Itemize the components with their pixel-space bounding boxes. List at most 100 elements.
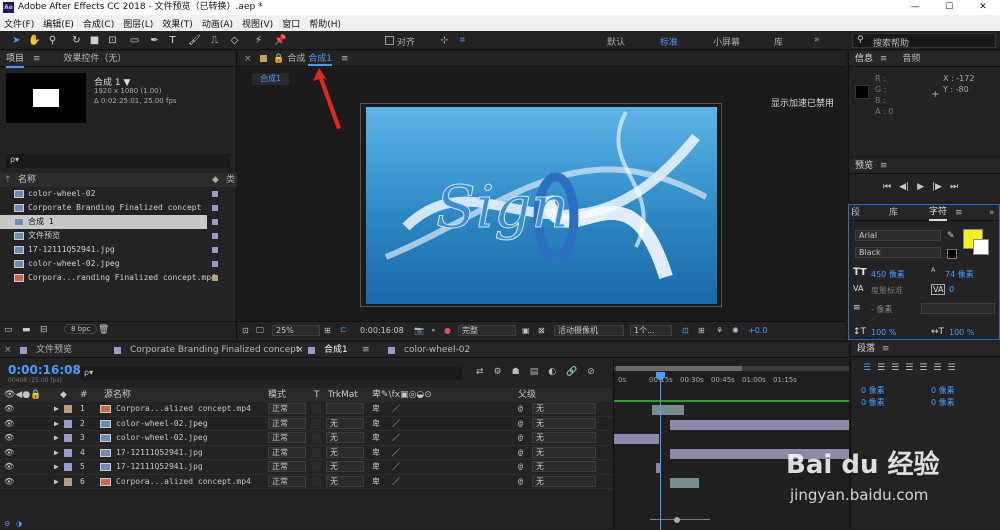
align-left-icon[interactable]: ☰: [863, 363, 871, 373]
space-after[interactable]: 0 像素: [931, 397, 955, 409]
layer-mode-dropdown[interactable]: 正常: [268, 417, 306, 429]
quality-switch-icon[interactable]: ／: [392, 402, 400, 416]
last-frame-icon[interactable]: ⏭: [950, 182, 958, 192]
camera-dropdown[interactable]: 活动摄像机: [554, 325, 624, 336]
tab-project[interactable]: 项目: [6, 54, 25, 68]
font-size-value[interactable]: 450 像素: [871, 269, 905, 280]
preserve-transparency-box[interactable]: [312, 447, 321, 457]
zoom-slider-knob[interactable]: [674, 517, 680, 523]
always-preview-icon[interactable]: ⊡: [242, 326, 249, 335]
justify-last-right-icon[interactable]: ☰: [933, 363, 941, 373]
layout-icon[interactable]: ⊡: [682, 326, 689, 335]
menu-composition[interactable]: 合成(C): [83, 17, 114, 30]
layer-name[interactable]: 17-12111Q52941.jpg: [116, 460, 203, 474]
fit-icon[interactable]: ⊞: [324, 326, 331, 335]
expand-arrow-icon[interactable]: ▶: [54, 431, 59, 445]
tab-paragraph[interactable]: 段落: [857, 344, 875, 354]
layer-mode-dropdown[interactable]: 正常: [268, 446, 306, 458]
comp-flowchart-tab[interactable]: 合成1: [252, 73, 290, 85]
timeline-search-input[interactable]: ρ▾: [80, 367, 462, 380]
black-swatch[interactable]: [947, 249, 957, 259]
layer-duration-bar[interactable]: [670, 419, 849, 430]
draft-3d-icon[interactable]: ⚙: [494, 367, 502, 377]
preserve-transparency-box[interactable]: [312, 433, 321, 442]
graph-editor-icon[interactable]: 🔗: [566, 367, 577, 377]
hand-tool-icon[interactable]: ✋: [28, 34, 41, 47]
region-of-interest-icon[interactable]: ⊏: [340, 325, 347, 334]
comp-mini-flowchart-icon[interactable]: ⇄: [476, 367, 484, 377]
pickwhip-icon[interactable]: @: [518, 402, 523, 416]
layer-trkmat-dropdown[interactable]: 无: [326, 432, 364, 443]
resolution-dropdown[interactable]: 完整: [458, 325, 516, 336]
layer-label-color[interactable]: [64, 463, 72, 471]
grid-toggle-icon[interactable]: ⊞: [698, 326, 705, 335]
layer-name[interactable]: color-wheel-02.jpeg: [116, 431, 208, 445]
menu-file[interactable]: 文件(F): [4, 17, 34, 30]
layer-label-color[interactable]: [64, 405, 72, 413]
label-color-swatch[interactable]: [212, 275, 218, 281]
layer-label-color[interactable]: [64, 477, 72, 486]
clone-tool-icon[interactable]: ⎍: [208, 34, 221, 47]
indent-right[interactable]: 0 像素: [931, 385, 955, 397]
puppet-tool-icon[interactable]: 📌: [274, 34, 287, 47]
indent-left[interactable]: 0 像素: [861, 385, 885, 397]
justify-last-left-icon[interactable]: ☰: [905, 363, 913, 373]
tab-character[interactable]: 字符: [929, 205, 948, 221]
pen-tool-icon[interactable]: ✒: [148, 34, 161, 47]
tab-effect-controls[interactable]: 效果控件（无）: [63, 54, 126, 64]
font-style-dropdown[interactable]: Black: [855, 247, 941, 258]
menu-effect[interactable]: 效果(T): [162, 17, 193, 30]
pickwhip-icon[interactable]: @: [518, 475, 523, 489]
project-item[interactable]: 文件预览: [0, 229, 237, 243]
selection-tool-icon[interactable]: ➤: [10, 34, 23, 47]
layer-name[interactable]: color-wheel-02.jpeg: [116, 417, 208, 431]
layer-name[interactable]: Corpora...alized concept.mp4: [116, 402, 251, 416]
channels-icon[interactable]: ●: [444, 326, 451, 335]
close-button[interactable]: ✕: [966, 0, 1000, 15]
quality-switch-icon[interactable]: ／: [392, 431, 400, 445]
quality-switch-icon[interactable]: ／: [392, 446, 400, 460]
menu-edit[interactable]: 编辑(E): [43, 17, 74, 30]
snap-grid-icon[interactable]: ⌗: [456, 34, 469, 47]
new-folder-icon[interactable]: ▬: [22, 325, 31, 335]
layer-label-color[interactable]: [64, 434, 72, 442]
zoom-tool-icon[interactable]: ⚲: [46, 34, 59, 47]
shy-switch-icon[interactable]: 卑: [372, 460, 380, 474]
frame-blending-icon[interactable]: ▤: [530, 367, 539, 377]
align-right-icon[interactable]: ☰: [891, 363, 899, 373]
layer-row[interactable]: 👁 ▶ 5 17-12111Q52941.jpg 正常无卑／ @ 无: [0, 460, 612, 475]
layer-mode-dropdown[interactable]: 正常: [268, 461, 306, 472]
rotate-tool-icon[interactable]: ↻: [70, 34, 83, 47]
label-color-swatch[interactable]: [212, 233, 218, 239]
tab-comp-1[interactable]: 合成1: [308, 54, 333, 66]
expand-arrow-icon[interactable]: ▶: [54, 475, 59, 489]
exposure-icon[interactable]: ✺: [732, 326, 739, 335]
shy-layers-icon[interactable]: ☗: [512, 367, 520, 377]
visibility-eye-icon[interactable]: 👁: [4, 417, 14, 431]
leading-value[interactable]: 74 像素: [945, 269, 974, 280]
stroke-width-value[interactable]: - 像素: [871, 304, 892, 315]
tab-preview[interactable]: 预览: [855, 161, 873, 171]
visibility-eye-icon[interactable]: 👁: [4, 446, 14, 460]
expand-arrow-icon[interactable]: ▶: [54, 460, 59, 474]
layer-name[interactable]: Corpora...alized concept.mp4: [116, 475, 251, 489]
close-tab-icon[interactable]: ×: [296, 342, 304, 358]
delete-icon[interactable]: 🗑: [98, 325, 109, 335]
column-name-header[interactable]: 名称: [18, 173, 36, 187]
align-checkbox[interactable]: [385, 36, 394, 45]
layer-row[interactable]: 👁 ▶ 4 17-12111Q52941.jpg 正常无卑／ @ 无: [0, 446, 612, 460]
horizontal-scale-value[interactable]: 100 %: [949, 328, 974, 337]
project-search-input[interactable]: ρ▾: [6, 154, 230, 168]
motion-blur-icon[interactable]: ◐: [548, 367, 556, 377]
layer-name[interactable]: 17-12111Q52941.jpg: [116, 446, 203, 460]
quality-switch-icon[interactable]: ／: [392, 475, 400, 489]
visibility-eye-icon[interactable]: 👁: [4, 460, 14, 474]
interpret-footage-icon[interactable]: ▭: [4, 325, 13, 335]
align-center-icon[interactable]: ☰: [877, 363, 885, 373]
first-frame-icon[interactable]: ⏮: [883, 182, 891, 192]
brainstorm-icon[interactable]: ⊘: [587, 367, 595, 377]
menu-help[interactable]: 帮助(H): [309, 17, 341, 30]
preserve-transparency-box[interactable]: [312, 418, 321, 428]
pickwhip-icon[interactable]: @: [518, 460, 523, 474]
camera-tool-icon[interactable]: ■: [88, 34, 101, 47]
